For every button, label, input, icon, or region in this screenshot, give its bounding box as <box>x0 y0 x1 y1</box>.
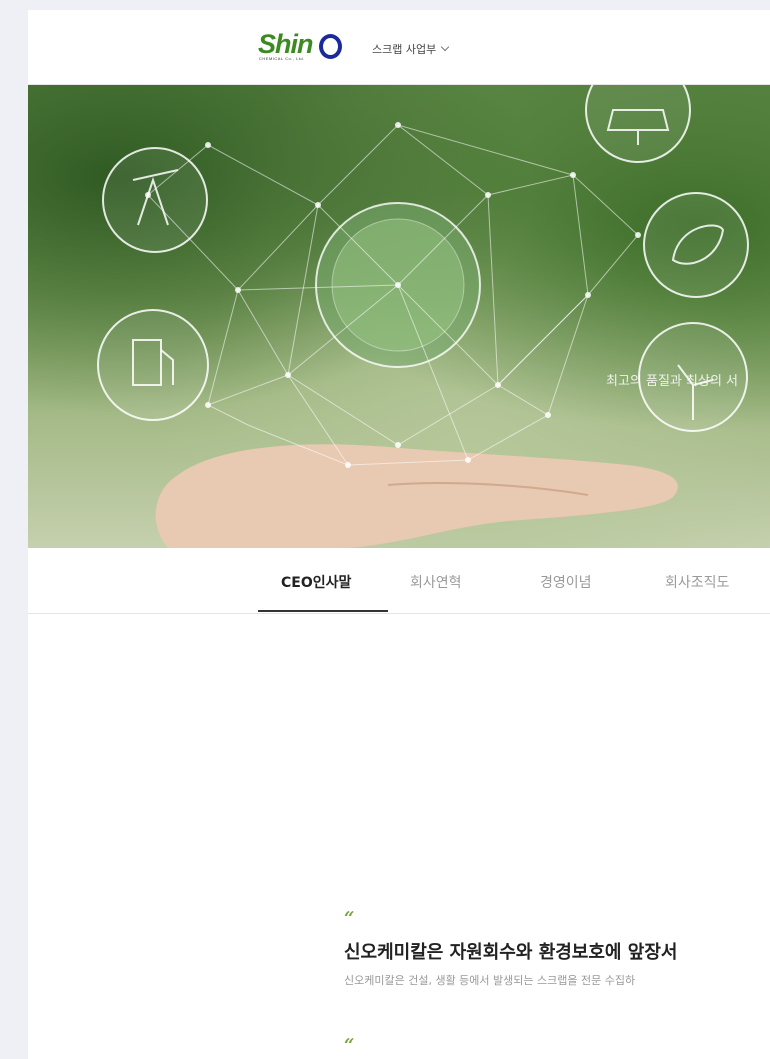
business-division-label: 스크랩 사업부 <box>372 43 437 56</box>
ceo-headline: 신오케미칼은 자원회수와 환경보호에 앞장서 <box>344 942 678 963</box>
chevron-down-icon <box>440 42 450 52</box>
business-division-dropdown[interactable]: 스크랩 사업부 <box>372 40 450 58</box>
active-tab-indicator <box>258 610 388 612</box>
tab-organization-chart[interactable]: 회사조직도 <box>665 572 729 592</box>
hero-banner: 최고의 품질과 최상의 서 <box>28 85 770 548</box>
fuel-station-icon <box>97 309 209 421</box>
logo-o-mark <box>319 34 342 59</box>
about-tabs: CEO인사말 회사연혁 경영이념 회사조직도 <box>28 549 770 614</box>
site-header: Shin CHEMICAL Co., Ltd. 스크랩 사업부 <box>28 10 770 85</box>
leaf-icon <box>643 192 749 298</box>
tab-management-philosophy[interactable]: 경영이념 <box>540 572 592 592</box>
company-logo[interactable]: Shin CHEMICAL Co., Ltd. <box>258 29 344 65</box>
page: Shin CHEMICAL Co., Ltd. 스크랩 사업부 최고의 품질과 … <box>28 10 770 1059</box>
quote-mark-second: “ <box>344 1035 355 1056</box>
solar-panel-icon <box>585 85 691 163</box>
logo-subtitle: CHEMICAL Co., Ltd. <box>259 56 305 61</box>
hand-shape <box>155 444 678 548</box>
tab-ceo-greeting[interactable]: CEO인사말 <box>281 572 351 592</box>
tab-company-history[interactable]: 회사연혁 <box>410 572 462 592</box>
eco-network-illustration <box>97 85 749 548</box>
quote-mark-open: “ <box>344 908 355 929</box>
logo-wordmark: Shin <box>258 29 313 59</box>
hero-caption: 최고의 품질과 최상의 서 <box>606 374 738 389</box>
ceo-intro-text: 신오케미칼은 건설, 생활 등에서 발생되는 스크랩을 전문 수집하 <box>344 974 636 987</box>
oil-pump-icon <box>102 147 208 253</box>
